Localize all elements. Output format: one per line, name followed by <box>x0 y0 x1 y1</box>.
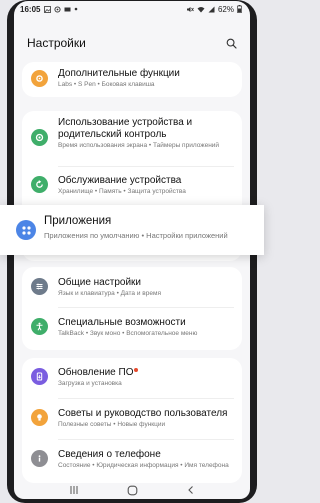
mail-notification-icon <box>64 7 71 11</box>
gear-plus-icon <box>31 70 48 87</box>
settings-item-advanced-features[interactable]: Дополнительные функции Labs • S Pen • Бо… <box>22 62 242 97</box>
item-subtitle: Состояние • Юридическая информация • Имя… <box>58 462 229 469</box>
item-title: Использование устройства и родительский … <box>58 117 193 140</box>
search-icon <box>226 38 237 49</box>
update-icon <box>31 368 48 385</box>
item-subtitle: Время использования экрана • Таймеры при… <box>58 142 220 149</box>
item-subtitle: Хранилище • Память • Защита устройства <box>58 188 186 195</box>
item-title: Специальные возможности <box>58 317 186 328</box>
item-title: Обновление ПО <box>58 367 134 378</box>
search-button[interactable] <box>222 34 240 52</box>
new-badge <box>134 368 139 372</box>
item-title: Обслуживание устройства <box>58 175 182 186</box>
dot-notification-icon <box>75 7 78 11</box>
item-subtitle: Приложения по умолчанию • Настройки прил… <box>44 231 228 240</box>
card-advanced-features: Дополнительные функции Labs • S Pen • Бо… <box>22 62 242 97</box>
item-subtitle: Полезные советы • Новые функции <box>58 421 166 428</box>
item-title: Сведения о телефоне <box>58 449 161 460</box>
settings-item-software-update[interactable]: Обновление ПО Загрузка и установка <box>22 358 242 394</box>
apps-grid-icon <box>16 220 36 240</box>
settings-item-digital-wellbeing[interactable]: Использование устройства и родительский … <box>22 111 242 163</box>
accessibility-icon <box>31 318 48 335</box>
item-title: Дополнительные функции <box>58 68 180 79</box>
item-subtitle: Labs • S Pen • Боковая клавиша <box>58 81 155 88</box>
item-title: Приложения <box>44 215 112 227</box>
page-title: Настройки <box>27 36 86 50</box>
back-icon[interactable] <box>186 485 196 495</box>
item-subtitle: Загрузка и установка <box>58 380 122 387</box>
settings-item-tips[interactable]: Советы и руководство пользователя Полезн… <box>22 400 242 436</box>
home-icon[interactable] <box>127 485 138 496</box>
signal-icon <box>208 6 215 12</box>
settings-item-device-care[interactable]: Обслуживание устройства Хранилище • Памя… <box>22 168 242 204</box>
divider <box>58 439 234 440</box>
settings-item-about-phone[interactable]: Сведения о телефоне Состояние • Юридичес… <box>22 441 242 479</box>
settings-item-general-management[interactable]: Общие настройки Язык и клавиатура • Дата… <box>22 267 242 303</box>
sliders-icon <box>31 278 48 295</box>
status-time: 16:05 <box>20 4 41 14</box>
mute-icon <box>186 6 194 12</box>
battery-icon <box>237 5 242 13</box>
ring-icon <box>31 129 48 146</box>
settings-item-accessibility[interactable]: Специальные возможности TalkBack • Звук … <box>22 309 242 347</box>
item-subtitle: Язык и клавиатура • Дата и время <box>58 290 161 297</box>
recent-apps-icon[interactable] <box>68 485 80 495</box>
status-bar: 16:05 62% <box>14 1 250 17</box>
card-general: Общие настройки Язык и клавиатура • Дата… <box>22 267 242 350</box>
divider <box>58 307 234 308</box>
settings-header: Настройки <box>14 29 250 57</box>
image-notification-icon <box>44 5 52 13</box>
item-subtitle: TalkBack • Звук моно • Вспомогательное м… <box>58 330 198 337</box>
info-icon <box>31 450 48 467</box>
lightbulb-icon <box>31 409 48 426</box>
settings-item-apps[interactable]: Приложения Приложения по умолчанию • Нас… <box>0 205 264 255</box>
refresh-icon <box>31 176 48 193</box>
settings-notification-icon <box>54 5 62 13</box>
wifi-icon <box>197 6 205 12</box>
item-title: Советы и руководство пользователя <box>58 408 228 419</box>
navigation-bar <box>14 481 250 499</box>
card-about: Обновление ПО Загрузка и установка Совет… <box>22 358 242 483</box>
divider <box>58 398 234 399</box>
divider <box>58 166 234 167</box>
battery-percent: 62% <box>217 4 234 14</box>
item-title: Общие настройки <box>58 277 141 288</box>
